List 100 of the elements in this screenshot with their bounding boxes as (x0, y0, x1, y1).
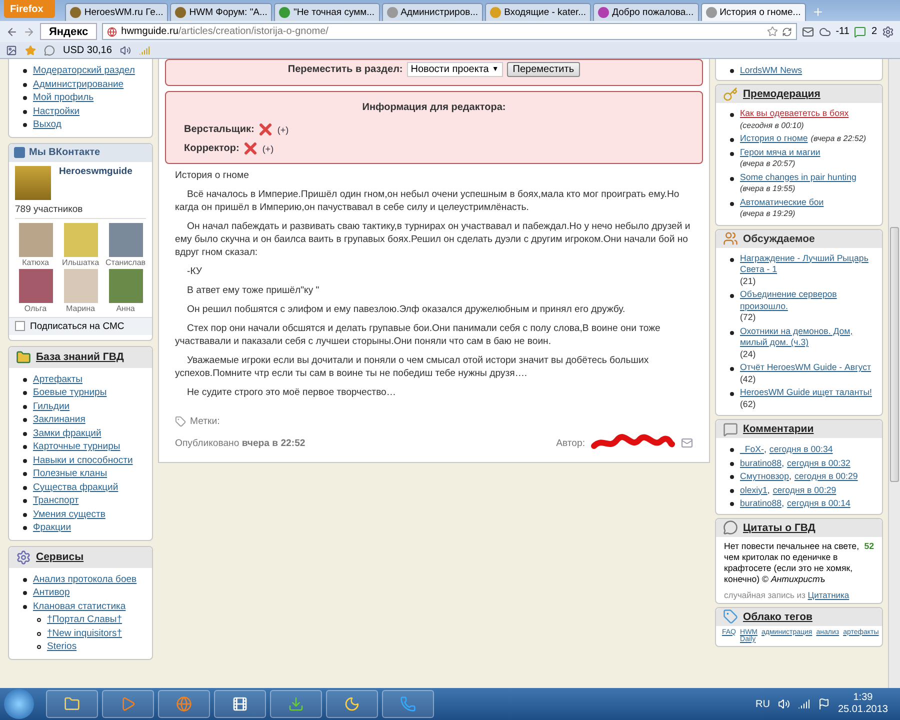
browser-tab[interactable]: Добро пожалова... (593, 3, 699, 21)
sidebar-link[interactable]: Карточные турниры (33, 440, 120, 454)
add-link[interactable]: (+) (277, 124, 289, 134)
article-link[interactable]: Награждение - Лучший Рыцарь Света - 1 (740, 252, 878, 276)
panel-title-link[interactable]: Премодерация (743, 88, 820, 100)
settings-icon[interactable] (882, 26, 894, 38)
bullet-dot (23, 472, 27, 476)
article-link[interactable]: Автоматические бои (740, 196, 824, 208)
folder-taskbar-icon[interactable] (46, 690, 98, 718)
moon-taskbar-icon[interactable] (326, 690, 378, 718)
cross-icon (259, 123, 272, 136)
sidebar-link[interactable]: Настройки (33, 104, 80, 118)
sidebar-link[interactable]: Навыки и способности (33, 454, 133, 467)
article-link[interactable]: Как вы одеваететсь в боях (740, 108, 849, 120)
article-link[interactable]: История о гноме (740, 133, 808, 144)
sidebar-link[interactable]: Модераторский раздел (33, 64, 135, 78)
sidebar-link[interactable]: Антивор (33, 586, 70, 600)
article-link[interactable]: Герои мяча и магии (740, 146, 820, 158)
comment-count: (62) (740, 398, 756, 410)
sidebar-link[interactable]: Заклинания (33, 413, 86, 426)
screenshot-icon[interactable] (6, 44, 17, 56)
back-icon[interactable] (6, 26, 18, 38)
checkbox[interactable] (15, 321, 25, 331)
start-button[interactable] (4, 689, 34, 719)
sidebar-link[interactable]: Транспорт (33, 494, 79, 508)
phone-taskbar-icon[interactable] (382, 690, 434, 718)
article-link[interactable]: Some changes in pair hunting (740, 172, 856, 183)
article-link[interactable]: Отчёт HeroesWM Guide - Август (740, 362, 872, 374)
browser-tab[interactable]: HWM Форум: "А... (170, 3, 272, 21)
user-link[interactable]: _FoX- (740, 443, 764, 456)
sidebar-link[interactable]: Замки фракций (33, 426, 102, 440)
sidebar-link[interactable]: †Портал Славы† (47, 613, 122, 626)
panel-title-link[interactable]: Сервисы (36, 551, 84, 563)
speaker-icon[interactable] (120, 44, 131, 56)
sidebar-link[interactable]: †New inquisitors† (47, 626, 122, 640)
download-taskbar-icon[interactable] (270, 690, 322, 718)
clock[interactable]: 1:39 25.01.2013 (838, 692, 888, 716)
browser-taskbar-icon[interactable] (158, 690, 210, 718)
move-label: Переместить в раздел: (288, 64, 403, 75)
panel-title-link[interactable]: Комментарии (743, 423, 814, 435)
reload-icon[interactable] (782, 26, 792, 36)
mail-icon[interactable] (802, 26, 814, 38)
comment-link[interactable]: сегодня в 00:34 (769, 443, 833, 456)
comment-count: (42) (740, 374, 756, 385)
user-link[interactable]: Смутновзор (740, 470, 789, 482)
chat-icon[interactable] (44, 44, 55, 56)
panel-title-link[interactable]: База знаний ГВД (36, 351, 124, 363)
browser-tab[interactable]: HeroesWM.ru Ге... (65, 3, 168, 21)
film-taskbar-icon[interactable] (214, 690, 266, 718)
address-field[interactable]: hwmguide.ru/articles/creation/istorija-o-gnome/ (102, 23, 797, 40)
user-link[interactable]: olexiy1 (740, 484, 768, 496)
panel-title-link[interactable]: Облако тегов (743, 610, 812, 622)
sidebar-link[interactable]: Анализ протокола боев (33, 572, 137, 586)
user-link[interactable]: buratino88 (740, 497, 782, 510)
mail-icon[interactable] (681, 437, 693, 449)
sidebar-link[interactable]: Умения существ (33, 508, 106, 521)
forward-icon[interactable] (23, 26, 35, 38)
user-link[interactable]: buratino88 (740, 456, 782, 469)
move-button[interactable]: Переместить (506, 62, 580, 77)
add-link[interactable]: (+) (262, 144, 274, 154)
sidebar-link[interactable]: Полезные кланы (33, 467, 108, 480)
browser-tab[interactable]: История о гноме... (700, 3, 806, 21)
comment-link[interactable]: сегодня в 00:29 (794, 470, 858, 482)
article-link[interactable]: Объединение серверов произошло. (740, 289, 878, 312)
browser-tab[interactable]: Входящие - kater... (485, 3, 592, 21)
sidebar-link[interactable]: Sterios (47, 640, 77, 654)
clock-date: 25.01.2013 (838, 704, 888, 716)
bullet-dot (730, 176, 734, 180)
message-icon[interactable] (854, 26, 866, 38)
comment-link[interactable]: сегодня в 00:32 (787, 456, 850, 469)
bullet-dot (730, 488, 734, 492)
star-icon[interactable] (25, 44, 36, 56)
sidebar-link[interactable]: Фракции (33, 521, 71, 534)
language-indicator[interactable]: RU (755, 698, 770, 710)
quotes-link[interactable]: Цитатника (808, 590, 850, 600)
comment-link[interactable]: сегодня в 00:14 (787, 497, 850, 510)
sidebar-link[interactable]: Мой профиль (33, 91, 94, 104)
panel-title-link[interactable]: Цитаты о ГВД (743, 522, 816, 534)
sidebar-link[interactable]: Существа фракций (33, 480, 118, 494)
sidebar-link[interactable]: Боевые турниры (33, 386, 107, 400)
speaker-icon[interactable] (778, 698, 790, 710)
sidebar-link[interactable]: Гильдии (33, 400, 70, 413)
article-link[interactable]: HeroesWM Guide ищет таланты! (740, 387, 872, 398)
bookmark-star-icon[interactable] (766, 26, 778, 37)
comment-link[interactable]: сегодня в 00:29 (772, 484, 836, 496)
bullet-dot (23, 458, 27, 462)
sidebar-link[interactable]: Выход (33, 118, 62, 132)
sidebar-link[interactable]: Администрирование (33, 78, 124, 91)
browser-tab[interactable]: "Не точная сумм... (274, 3, 380, 21)
article-link[interactable]: Охотники на демонов. Дом, милый дом. (ч.3) (740, 326, 878, 348)
scrollbar-thumb[interactable] (890, 227, 899, 482)
browser-tab[interactable]: Администриров... (382, 3, 484, 21)
flag-icon[interactable] (818, 698, 830, 710)
media-player-taskbar-icon[interactable] (102, 690, 154, 718)
sidebar-link[interactable]: Клановая статистика (33, 600, 126, 613)
bullet-dot (23, 432, 27, 436)
photo-placeholder (18, 268, 52, 302)
sidebar-link[interactable]: LordsWM News (740, 64, 802, 78)
sidebar-link[interactable]: Артефакты (33, 372, 82, 386)
search-logo[interactable]: Яндекс (40, 23, 98, 40)
